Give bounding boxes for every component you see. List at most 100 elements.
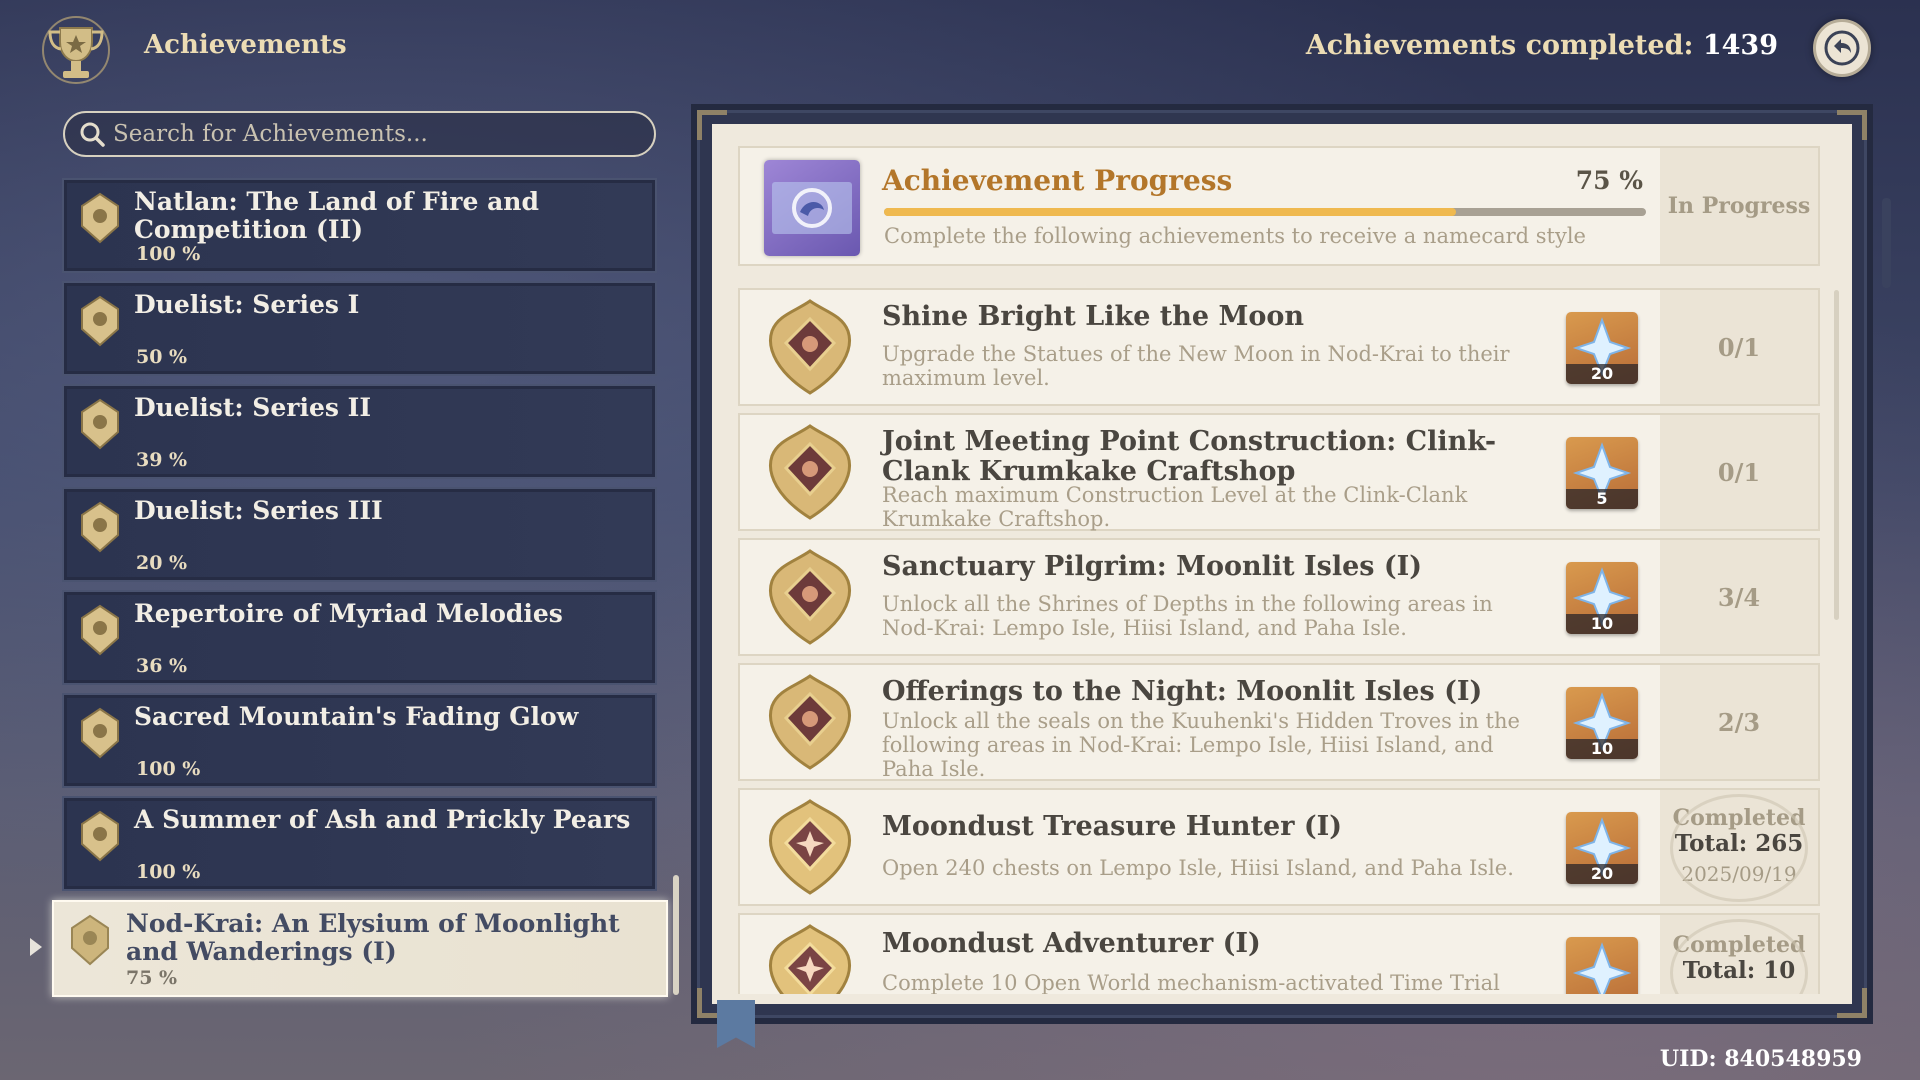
completed-label: Achievements completed: — [1305, 30, 1694, 61]
achievement-description: Complete 10 Open World mechanism-activat… — [882, 971, 1500, 994]
achievement-medal-icon — [769, 549, 851, 645]
progress-description: Complete the following achievements to r… — [884, 224, 1586, 248]
achievement-row[interactable]: Shine Bright Like the Moon Upgrade the S… — [738, 288, 1820, 406]
category-title: Sacred Mountain's Fading Glow — [134, 702, 579, 731]
primogem-reward: 20 — [1566, 312, 1638, 384]
progress-status-cell: In Progress — [1660, 148, 1818, 264]
category-percent: 36 % — [136, 655, 188, 677]
achievement-description: Unlock all the Shrines of Depths in the … — [882, 592, 1493, 640]
category-title: A Summer of Ash and Prickly Pears — [134, 805, 631, 834]
achievement-status-cell: 3/4 — [1660, 540, 1818, 654]
corner-ornament — [697, 110, 727, 140]
achievement-medal-completed-icon — [769, 799, 851, 895]
category-percent: 20 % — [136, 552, 188, 574]
category-emblem-icon — [81, 501, 119, 553]
achievement-medal-icon — [769, 424, 851, 520]
achievement-row[interactable]: Sanctuary Pilgrim: Moonlit Isles (I) Unl… — [738, 538, 1820, 656]
progress-percent: 75 % — [1575, 166, 1643, 195]
panel-scrollbar[interactable] — [1882, 198, 1891, 288]
category-emblem-icon — [81, 192, 119, 244]
category-percent: 100 % — [136, 243, 201, 265]
achievement-row[interactable]: Moondust Treasure Hunter (I) Open 240 ch… — [738, 788, 1820, 906]
progress-status: In Progress — [1667, 193, 1811, 219]
achievement-title: Joint Meeting Point Construction: Clink-… — [882, 426, 1497, 487]
search-input[interactable] — [113, 121, 654, 147]
selected-indicator-icon — [30, 938, 42, 956]
achievement-list: Shine Bright Like the Moon Upgrade the S… — [738, 288, 1820, 994]
category-item[interactable]: Duelist: Series III 20 % — [62, 487, 657, 582]
trophy-icon — [42, 16, 110, 84]
completed-stamp-icon — [1670, 919, 1808, 994]
achievement-status-cell: 0/1 — [1660, 415, 1818, 529]
category-item[interactable]: Repertoire of Myriad Melodies 36 % — [62, 590, 657, 685]
category-list: Natlan: The Land of Fire and Competition… — [62, 178, 657, 899]
category-item[interactable]: Duelist: Series I 50 % — [62, 281, 657, 376]
achievement-progress-card: Achievement Progress 75 % Complete the f… — [738, 146, 1820, 266]
achievement-medal-icon — [769, 674, 851, 770]
achievement-description: Upgrade the Statues of the New Moon in N… — [882, 342, 1510, 390]
achievement-medal-icon — [769, 299, 851, 395]
achievement-title: Shine Bright Like the Moon — [882, 301, 1305, 332]
category-item[interactable]: Sacred Mountain's Fading Glow 100 % — [62, 693, 657, 788]
achievement-title: Moondust Adventurer (I) — [882, 928, 1261, 959]
category-emblem-icon — [81, 810, 119, 862]
category-emblem-icon — [81, 604, 119, 656]
category-item[interactable]: A Summer of Ash and Prickly Pears 100 % — [62, 796, 657, 891]
search-bar[interactable] — [63, 111, 656, 157]
category-item[interactable]: Natlan: The Land of Fire and Competition… — [62, 178, 657, 273]
primogem-reward: 20 — [1566, 812, 1638, 884]
achievement-status-cell: 2/3 — [1660, 665, 1818, 779]
achievement-status-cell: Completed Total: 265 2025/09/19 — [1660, 790, 1818, 904]
reward-count: 5 — [1566, 489, 1638, 509]
category-emblem-icon — [81, 707, 119, 759]
primogem-reward: 10 — [1566, 687, 1638, 759]
primogem-reward: 5 — [1566, 437, 1638, 509]
category-scrollbar[interactable] — [673, 875, 679, 995]
achievement-description: Open 240 chests on Lempo Isle, Hiisi Isl… — [882, 856, 1514, 880]
reward-count: 20 — [1566, 364, 1638, 384]
achievement-title: Moondust Treasure Hunter (I) — [882, 811, 1343, 842]
category-percent: 50 % — [136, 346, 188, 368]
namecard-thumbnail — [764, 160, 860, 256]
back-button[interactable] — [1813, 19, 1871, 77]
reward-count: 10 — [1566, 739, 1638, 759]
achievement-description: Unlock all the seals on the Kuuhenki's H… — [882, 709, 1520, 781]
completed-stamp-icon — [1670, 794, 1808, 902]
category-item-selected[interactable]: Nod-Krai: An Elysium of Moonlight and Wa… — [52, 900, 668, 997]
uid-label: UID: 840548959 — [1659, 1046, 1862, 1072]
primogem-reward — [1566, 937, 1638, 994]
back-arrow-icon — [1824, 30, 1860, 66]
search-icon — [80, 122, 105, 147]
primogem-reward: 10 — [1566, 562, 1638, 634]
progress-title: Achievement Progress — [882, 164, 1233, 197]
progress-bar-fill — [884, 208, 1456, 216]
category-title: Natlan: The Land of Fire and Competition… — [134, 187, 539, 244]
reward-count: 20 — [1566, 864, 1638, 884]
progress-bar — [884, 208, 1646, 216]
achievement-title: Sanctuary Pilgrim: Moonlit Isles (I) — [882, 551, 1423, 582]
completed-value: 1439 — [1702, 30, 1778, 61]
achievement-row[interactable]: Offerings to the Night: Moonlit Isles (I… — [738, 663, 1820, 781]
achievement-row[interactable]: Joint Meeting Point Construction: Clink-… — [738, 413, 1820, 531]
achievement-scrollbar[interactable] — [1834, 290, 1839, 620]
corner-ornament — [1837, 110, 1867, 140]
category-item[interactable]: Duelist: Series II 39 % — [62, 384, 657, 479]
achievement-status-cell: Completed Total: 10 — [1660, 915, 1818, 994]
bookmark-ribbon — [717, 1000, 755, 1048]
category-emblem-icon — [71, 914, 109, 966]
category-percent: 100 % — [136, 861, 201, 883]
achievement-row[interactable]: Moondust Adventurer (I) Complete 10 Open… — [738, 913, 1820, 994]
reward-count: 10 — [1566, 614, 1638, 634]
category-title: Repertoire of Myriad Melodies — [134, 599, 563, 628]
category-emblem-icon — [81, 398, 119, 450]
achievements-completed: Achievements completed: 1439 — [1306, 30, 1778, 61]
category-percent: 75 % — [126, 967, 178, 989]
achievement-progress: 0/1 — [1717, 457, 1761, 487]
category-percent: 100 % — [136, 758, 201, 780]
achievement-medal-completed-icon — [769, 924, 851, 994]
achievement-progress: 0/1 — [1717, 332, 1761, 362]
achievement-description: Reach maximum Construction Level at the … — [882, 483, 1468, 531]
category-emblem-icon — [81, 295, 119, 347]
category-percent: 39 % — [136, 449, 188, 471]
primogem-icon — [1572, 942, 1632, 994]
